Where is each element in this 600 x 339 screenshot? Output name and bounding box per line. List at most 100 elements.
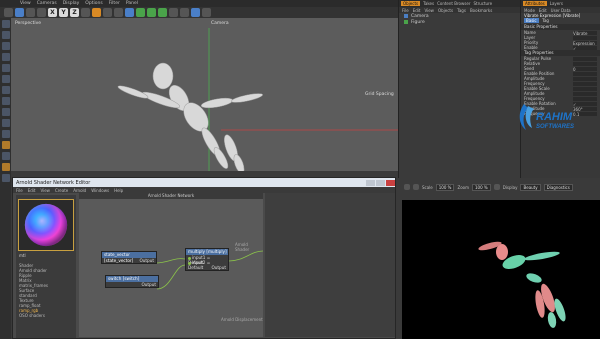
grid-icon[interactable] bbox=[1, 152, 10, 160]
scale-dropdown[interactable]: 100 % bbox=[435, 183, 455, 191]
z-axis-toggle[interactable]: Z bbox=[70, 8, 79, 17]
attribute-value-field[interactable] bbox=[573, 71, 597, 76]
coordinate-system-icon[interactable] bbox=[81, 8, 90, 17]
tab-attributes[interactable]: Attributes bbox=[523, 1, 547, 6]
editor-menu-arnold[interactable]: Arnold bbox=[73, 188, 86, 193]
nurbs-icon[interactable] bbox=[147, 8, 156, 17]
render-settings-icon[interactable] bbox=[103, 8, 112, 17]
paint-icon[interactable] bbox=[1, 174, 10, 182]
maximize-button[interactable] bbox=[376, 179, 385, 186]
attribute-value-field[interactable]: Vibrate bbox=[573, 30, 597, 36]
attribute-value-field[interactable] bbox=[573, 81, 597, 86]
attribute-value-field[interactable]: 0 bbox=[573, 66, 597, 72]
deformer-icon[interactable] bbox=[169, 8, 178, 17]
menu-view[interactable]: View bbox=[20, 1, 31, 6]
editor-menu-create[interactable]: Create bbox=[55, 188, 68, 193]
polygons-mode-icon[interactable] bbox=[1, 53, 10, 61]
attr-menu-edit[interactable]: Edit bbox=[539, 8, 547, 13]
attribute-value-field[interactable]: ✓ bbox=[573, 45, 597, 51]
attribute-value-field[interactable] bbox=[573, 35, 597, 40]
menu-filter[interactable]: Filter bbox=[109, 1, 120, 6]
y-axis-toggle[interactable]: Y bbox=[59, 8, 68, 17]
uv-mode-icon[interactable] bbox=[1, 64, 10, 72]
select-icon[interactable] bbox=[1, 20, 10, 28]
editor-menu-edit[interactable]: Edit bbox=[28, 188, 36, 193]
menu-options[interactable]: Options bbox=[85, 1, 102, 6]
fit-icon[interactable] bbox=[493, 184, 500, 190]
attribute-value-field[interactable] bbox=[573, 86, 597, 91]
editor-left-panel: mtl Shader Arnold shader Ripple Matrix matri… bbox=[16, 195, 76, 338]
om-menu-tags[interactable]: Tags bbox=[457, 8, 466, 13]
node-multiply[interactable]: multiply [multiply] input1 = Default inp… bbox=[185, 248, 229, 271]
menu-cameras[interactable]: Cameras bbox=[37, 1, 57, 6]
node-output-port[interactable]: Output bbox=[106, 282, 158, 287]
diagnostics-button[interactable]: Diagnostics bbox=[543, 183, 573, 191]
display-dropdown[interactable]: Beauty bbox=[520, 183, 541, 191]
editor-menu-help[interactable]: Help bbox=[114, 188, 123, 193]
tab-content-browser[interactable]: Content Browser bbox=[437, 1, 470, 6]
spline-icon[interactable] bbox=[136, 8, 145, 17]
axis-mode-icon[interactable] bbox=[1, 75, 10, 83]
solo-icon[interactable] bbox=[1, 130, 10, 138]
render-region-icon[interactable] bbox=[114, 8, 123, 17]
undo-icon[interactable] bbox=[4, 8, 13, 17]
render-icon[interactable] bbox=[404, 184, 410, 190]
move-tool-icon[interactable] bbox=[15, 8, 24, 17]
editor-menu-file[interactable]: File bbox=[16, 188, 23, 193]
om-menu-bookmarks[interactable]: Bookmarks bbox=[470, 8, 492, 13]
attribute-value-field[interactable] bbox=[573, 76, 597, 81]
scale-tool-icon[interactable] bbox=[26, 8, 35, 17]
basic-properties: Name Vibrate Layer Priority Expression Enable… bbox=[521, 30, 600, 51]
edges-mode-icon[interactable] bbox=[1, 42, 10, 50]
menu-display[interactable]: Display bbox=[63, 1, 80, 6]
attr-menu-user-data[interactable]: User Data bbox=[551, 8, 571, 13]
tab-layers[interactable]: Layers bbox=[550, 1, 563, 6]
light-icon[interactable] bbox=[202, 8, 211, 17]
editor-menu-view[interactable]: View bbox=[40, 188, 50, 193]
perspective-viewport[interactable]: Perspective Camera Grid Spacing bbox=[11, 18, 398, 171]
attribute-value-field[interactable] bbox=[573, 56, 597, 61]
tab-objects[interactable]: Objects bbox=[401, 1, 421, 6]
attribute-value-field[interactable]: Expression bbox=[573, 40, 597, 46]
snap-icon[interactable] bbox=[1, 97, 10, 105]
svg-text:RAHIM: RAHIM bbox=[536, 111, 573, 123]
lock-icon[interactable] bbox=[1, 119, 10, 127]
array-icon[interactable] bbox=[158, 8, 167, 17]
sculpt-icon[interactable] bbox=[1, 163, 10, 171]
subtab-tag[interactable]: Tag bbox=[540, 18, 551, 23]
object-row-figure[interactable]: Figure bbox=[399, 19, 520, 25]
node-switch[interactable]: switch [switch] Output bbox=[105, 275, 159, 288]
attribute-value-field[interactable] bbox=[573, 91, 597, 96]
rotate-tool-icon[interactable] bbox=[37, 8, 46, 17]
render-canvas[interactable] bbox=[402, 200, 600, 339]
shader-tree-item[interactable]: OSO shaders bbox=[19, 313, 75, 318]
brush-icon[interactable] bbox=[1, 141, 10, 149]
viewport-canvas bbox=[117, 28, 398, 171]
stop-render-icon[interactable] bbox=[413, 184, 419, 190]
om-menu-edit[interactable]: Edit bbox=[413, 8, 421, 13]
tab-structure[interactable]: Structure bbox=[473, 1, 492, 6]
om-menu-view[interactable]: View bbox=[424, 8, 434, 13]
workplane-icon[interactable] bbox=[1, 108, 10, 116]
zoom-dropdown[interactable]: 100 % bbox=[472, 183, 491, 191]
attribute-value-field[interactable] bbox=[573, 61, 597, 66]
minimize-button[interactable] bbox=[366, 179, 375, 186]
om-menu-file[interactable]: File bbox=[402, 8, 409, 13]
om-menu-objects[interactable]: Objects bbox=[438, 8, 453, 13]
render-view-icon[interactable] bbox=[92, 8, 101, 17]
subtab-basic[interactable]: Basic bbox=[524, 18, 539, 23]
editor-menu-windows[interactable]: Windows bbox=[91, 188, 109, 193]
attr-menu-mode[interactable]: Mode bbox=[524, 8, 535, 13]
close-button[interactable] bbox=[386, 179, 395, 186]
cube-icon[interactable] bbox=[125, 8, 134, 17]
camera-icon[interactable] bbox=[191, 8, 200, 17]
material-preview[interactable] bbox=[18, 199, 74, 251]
tab-takes[interactable]: Takes bbox=[423, 1, 434, 6]
shader-network-canvas[interactable]: Arnold Shader Network state_vector [stat… bbox=[79, 193, 263, 337]
node-state-vector[interactable]: state_vector [state_vector] Output bbox=[101, 251, 157, 264]
points-mode-icon[interactable] bbox=[1, 31, 10, 39]
menu-panel[interactable]: Panel bbox=[126, 1, 138, 6]
tweak-mode-icon[interactable] bbox=[1, 86, 10, 94]
x-axis-toggle[interactable]: X bbox=[48, 8, 57, 17]
scene-icon[interactable] bbox=[180, 8, 189, 17]
